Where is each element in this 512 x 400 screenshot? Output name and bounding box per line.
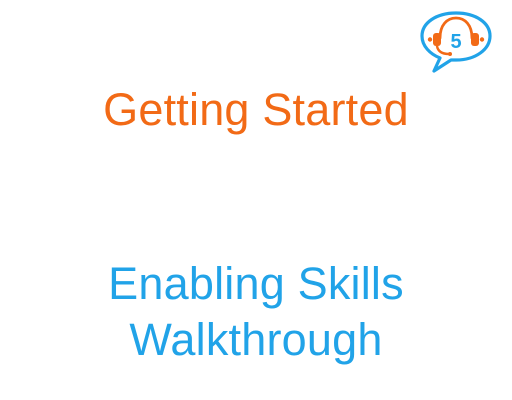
page-title: Getting Started <box>103 84 409 135</box>
page-subtitle: Enabling Skills Walkthrough <box>0 256 512 368</box>
subtitle-line-1: Enabling Skills <box>108 258 404 309</box>
subtitle-line-2: Walkthrough <box>129 314 383 365</box>
headset-chat-bubble-icon: 5 <box>418 8 494 74</box>
logo-badge-number: 5 <box>450 31 461 53</box>
